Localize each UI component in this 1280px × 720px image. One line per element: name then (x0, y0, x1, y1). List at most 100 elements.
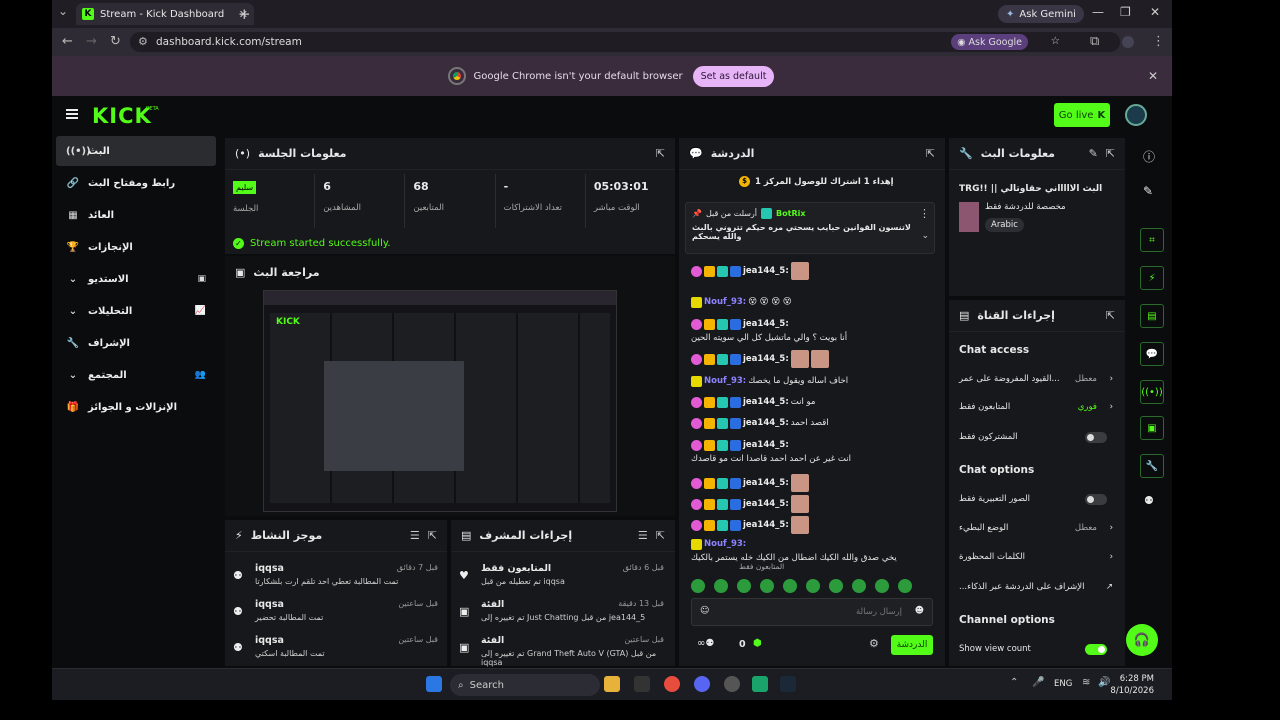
close-window-icon[interactable]: ✕ (1150, 5, 1160, 19)
emote-icon[interactable] (875, 579, 889, 593)
language-indicator[interactable]: ENG (1054, 679, 1072, 689)
mod-tool-icon[interactable]: ▣ (1140, 416, 1164, 440)
chat-send-button[interactable]: الدردشة (891, 635, 933, 655)
emotes-only-toggle[interactable] (1085, 493, 1107, 505)
sidebar-item-stream[interactable]: ((•)) البث (56, 136, 216, 166)
wrench-tool-icon[interactable]: 🔧 (1140, 454, 1164, 478)
bookmark-icon[interactable]: ☆ (1051, 35, 1060, 47)
popout-icon[interactable]: ⇱ (1106, 147, 1115, 160)
mic-icon[interactable]: 🎤 (1032, 677, 1044, 688)
expand-pinned-icon[interactable]: ⌄ (921, 231, 929, 241)
subscribers-only-toggle[interactable] (1085, 431, 1107, 443)
popout-icon[interactable]: ⇱ (428, 529, 437, 542)
popout-icon[interactable]: ⇱ (656, 529, 665, 542)
ask-gemini-button[interactable]: ✦ Ask Gemini (998, 5, 1084, 23)
sidebar-item-achievements[interactable]: 🏆 الإنجازات (56, 232, 216, 262)
emote-icon[interactable] (829, 579, 843, 593)
show-view-count-toggle[interactable] (1085, 643, 1107, 655)
kick-logo[interactable]: KICK (92, 104, 152, 128)
age-restriction-row[interactable]: القيود المفروضة على عمر... معطل › (959, 368, 1117, 390)
emote-icon[interactable] (898, 579, 912, 593)
tab-search-icon[interactable]: ⌄ (58, 4, 68, 18)
avatar[interactable] (1125, 104, 1147, 126)
extensions-icon[interactable]: ⧉ (1090, 34, 1099, 49)
file-explorer-icon[interactable] (604, 676, 620, 692)
chat-username[interactable]: jea144_5: (743, 439, 789, 451)
browser-tab[interactable]: K Stream - Kick Dashboard ✕ (76, 3, 254, 25)
chat-username[interactable]: Nouf_93: (704, 296, 746, 308)
windows-start-icon[interactable] (426, 676, 442, 692)
stream-preview-video[interactable]: KICK (263, 290, 617, 512)
popout-icon[interactable]: ⇱ (1106, 309, 1115, 322)
new-tab-icon[interactable]: + (238, 5, 251, 23)
chat-username[interactable]: Nouf_93: (704, 538, 746, 550)
menu-icon[interactable]: ⋮ (1152, 34, 1165, 49)
ai-moderation-row[interactable]: ...الإشراف على الدردشة عبر الذكاء ↗ (959, 576, 1117, 598)
site-info-icon[interactable]: ⚙ (138, 35, 148, 48)
sidebar-item-analytics[interactable]: ⌄ التحليلات 📈 (56, 296, 216, 326)
app-icon[interactable] (752, 676, 768, 692)
scan-tool-icon[interactable]: ⌗ (1140, 228, 1164, 252)
taskbar-search[interactable]: ⌕ Search (450, 674, 600, 696)
emote-icon[interactable] (714, 579, 728, 593)
chat-username[interactable]: jea144_5: (743, 417, 789, 429)
filter-icon[interactable]: ☰ (638, 529, 648, 542)
epic-games-icon[interactable] (634, 676, 650, 692)
sidebar-item-revenue[interactable]: ▦ العائد (56, 200, 216, 230)
slow-mode-row[interactable]: الوضع البطيء معطل › (959, 517, 1117, 539)
emote-icon[interactable] (760, 579, 774, 593)
emoji-picker-icon[interactable]: ☺ (700, 606, 709, 616)
emote-icon[interactable] (852, 579, 866, 593)
notes-tool-icon[interactable]: ▤ (1140, 304, 1164, 328)
maximize-icon[interactable]: ❐ (1120, 5, 1131, 19)
chat-username[interactable]: jea144_5: (743, 318, 789, 330)
chat-tool-icon[interactable]: 💬 (1140, 342, 1164, 366)
chat-input[interactable]: ☺ إرسال رسالة ☻ (691, 598, 933, 626)
filter-icon[interactable]: ☰ (410, 529, 420, 542)
chat-username[interactable]: Nouf_93: (704, 375, 746, 387)
popout-icon[interactable]: ⇱ (656, 147, 665, 160)
profile-icon[interactable] (1122, 36, 1134, 48)
edit-icon[interactable]: ✎ (1143, 184, 1153, 198)
hamburger-menu-icon[interactable] (66, 109, 78, 119)
tray-chevron-icon[interactable]: ⌃ (1010, 677, 1018, 688)
minimize-icon[interactable]: — (1092, 5, 1104, 19)
support-headset-icon[interactable]: 🎧 (1126, 624, 1158, 656)
sidebar-item-stream-key[interactable]: 🔗 رابط ومفتاح البث (56, 168, 216, 198)
emote-icon[interactable] (737, 579, 751, 593)
sidebar-item-moderation[interactable]: 🔧 الإشراف (56, 328, 216, 358)
more-options-icon[interactable]: ⋮ (919, 207, 930, 220)
popout-icon[interactable]: ⇱ (926, 147, 935, 160)
taskbar-clock[interactable]: 6:28 PM 8/10/2026 (1110, 673, 1154, 697)
chat-username[interactable]: jea144_5: (743, 498, 789, 510)
sidebar-item-drops[interactable]: 🎁 الإنزالات و الجوائز (56, 392, 216, 422)
set-default-button[interactable]: Set as default (692, 65, 775, 87)
reload-icon[interactable]: ↻ (110, 34, 121, 49)
banned-words-row[interactable]: الكلمات المحظورة › (959, 546, 1117, 568)
points-icon[interactable]: ∞⚉ (697, 638, 714, 649)
emote-icon[interactable] (806, 579, 820, 593)
forward-icon[interactable]: → (86, 34, 97, 49)
close-infobar-icon[interactable]: ✕ (1148, 69, 1158, 83)
chat-username[interactable]: jea144_5: (743, 353, 789, 365)
edit-icon[interactable]: ✎ (1089, 147, 1098, 160)
followers-only-row[interactable]: المتابعون فقط فوري › (959, 396, 1117, 418)
chat-username[interactable]: jea144_5: (743, 265, 789, 277)
back-icon[interactable]: ← (62, 34, 73, 49)
wifi-icon[interactable]: ≋ (1082, 677, 1090, 688)
emote-icon[interactable] (783, 579, 797, 593)
chrome-taskbar-icon[interactable] (664, 676, 680, 692)
broadcast-tool-icon[interactable]: ((•)) (1140, 380, 1164, 404)
add-widget-icon[interactable]: ⚉ (1144, 494, 1154, 507)
chat-username[interactable]: jea144_5: (743, 477, 789, 489)
address-bar[interactable]: ⚙ dashboard.kick.com/stream ◉ Ask Google … (130, 32, 1120, 52)
emote-picker-icon[interactable]: ☻ (915, 606, 924, 616)
settings-icon[interactable] (724, 676, 740, 692)
steam-icon[interactable] (780, 676, 796, 692)
chat-settings-icon[interactable]: ⚙ (869, 637, 879, 650)
emote-icon[interactable] (691, 579, 705, 593)
volume-icon[interactable]: 🔊 (1098, 677, 1110, 688)
sidebar-item-studio[interactable]: ⌄ الاستديو ▣ (56, 264, 216, 294)
lightning-tool-icon[interactable]: ⚡ (1140, 266, 1164, 290)
sidebar-item-community[interactable]: ⌄ المجتمع 👥 (56, 360, 216, 390)
